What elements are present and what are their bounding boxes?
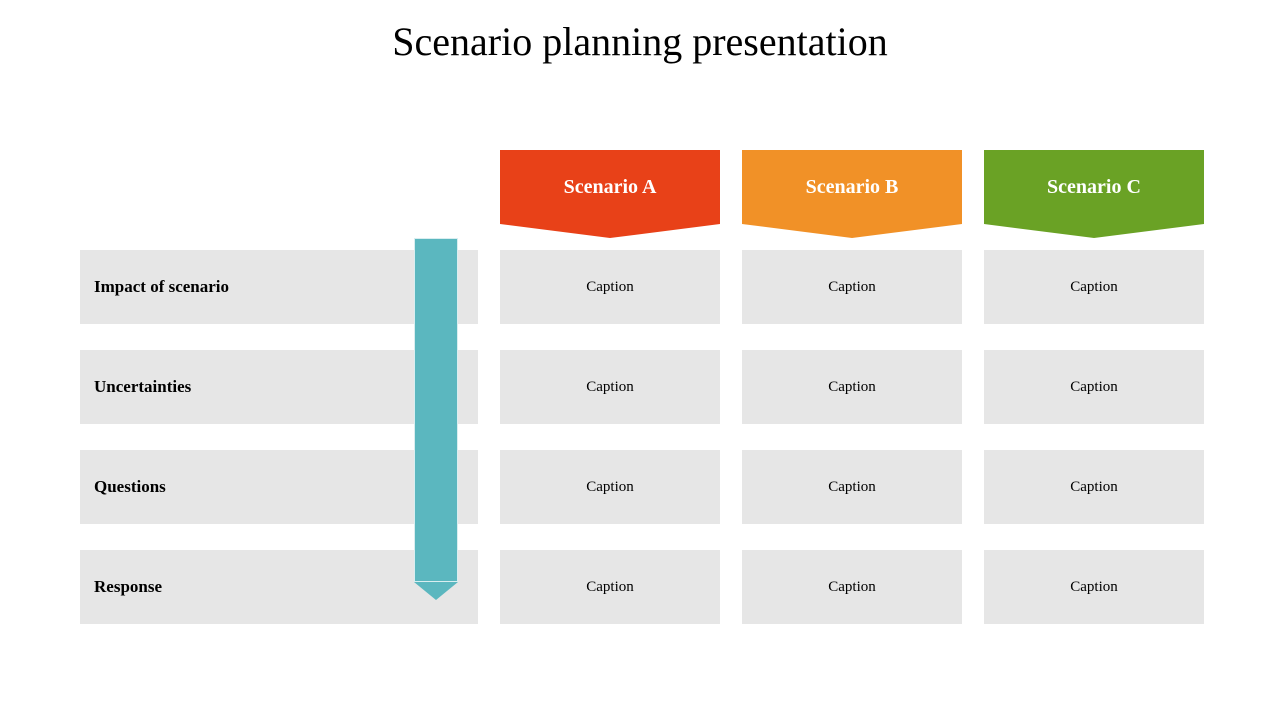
col-header-scenario-b: Scenario B	[742, 150, 962, 224]
down-arrow-icon	[414, 238, 458, 600]
scenario-grid: Scenario A Scenario B Scenario C Impact …	[80, 150, 1200, 624]
col-header-scenario-a: Scenario A	[500, 150, 720, 224]
header-spacer	[80, 150, 478, 224]
cell-response-a: Caption	[500, 550, 720, 624]
cell-questions-a: Caption	[500, 450, 720, 524]
cell-questions-c: Caption	[984, 450, 1204, 524]
cell-response-c: Caption	[984, 550, 1204, 624]
cell-uncertainties-b: Caption	[742, 350, 962, 424]
cell-impact-a: Caption	[500, 250, 720, 324]
cell-impact-c: Caption	[984, 250, 1204, 324]
cell-uncertainties-a: Caption	[500, 350, 720, 424]
col-header-scenario-c: Scenario C	[984, 150, 1204, 224]
page-title: Scenario planning presentation	[0, 0, 1280, 65]
cell-questions-b: Caption	[742, 450, 962, 524]
cell-uncertainties-c: Caption	[984, 350, 1204, 424]
cell-impact-b: Caption	[742, 250, 962, 324]
cell-response-b: Caption	[742, 550, 962, 624]
